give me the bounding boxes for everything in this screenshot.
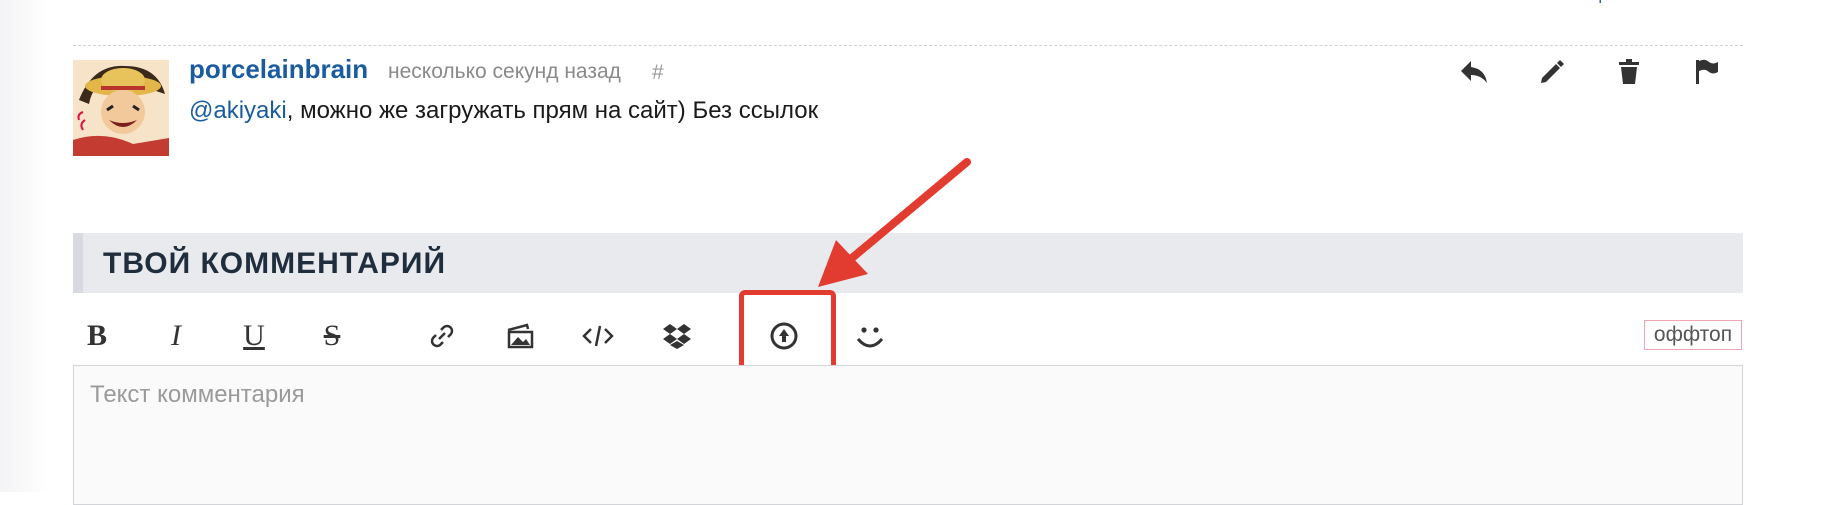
comment-form-heading: ТВОЙ КОММЕНТАРИЙ — [73, 233, 1743, 293]
underline-button[interactable]: U — [233, 315, 275, 357]
page-side-shadow — [0, 0, 48, 492]
partial-link-fragment: ı — [1598, 0, 1614, 7]
comment-author[interactable]: porcelainbrain — [189, 54, 368, 85]
strikethrough-button[interactable]: S — [311, 315, 353, 357]
comment-permalink[interactable]: # — [652, 61, 664, 85]
comment-divider — [73, 45, 1743, 46]
comment-textarea[interactable] — [88, 380, 1092, 410]
code-icon[interactable] — [577, 315, 619, 357]
offtop-toggle[interactable]: оффтоп — [1644, 320, 1742, 350]
comment-timestamp: несколько секунд назад — [388, 60, 621, 83]
trash-icon[interactable] — [1613, 56, 1645, 88]
comment-editor[interactable] — [73, 365, 1743, 505]
annotation-highlight-box — [739, 290, 836, 376]
comment-body: @akiyaki, можно же загружать прям на сай… — [189, 97, 818, 125]
avatar[interactable] — [73, 60, 169, 156]
italic-button[interactable]: I — [155, 315, 197, 357]
flag-icon[interactable] — [1690, 56, 1722, 88]
reply-icon[interactable] — [1458, 56, 1490, 88]
edit-icon[interactable] — [1536, 56, 1568, 88]
link-icon[interactable] — [421, 315, 463, 357]
image-icon[interactable] — [499, 315, 541, 357]
dropbox-icon[interactable] — [656, 315, 698, 357]
comment-form-title: ТВОЙ КОММЕНТАРИЙ — [103, 247, 447, 280]
bold-button[interactable]: B — [76, 315, 118, 357]
avatar-image — [73, 60, 169, 156]
comment-text: , можно же загружать прям на сайт) Без с… — [286, 97, 819, 124]
smile-icon[interactable] — [849, 315, 891, 357]
user-mention[interactable]: @akiyaki — [189, 97, 287, 124]
